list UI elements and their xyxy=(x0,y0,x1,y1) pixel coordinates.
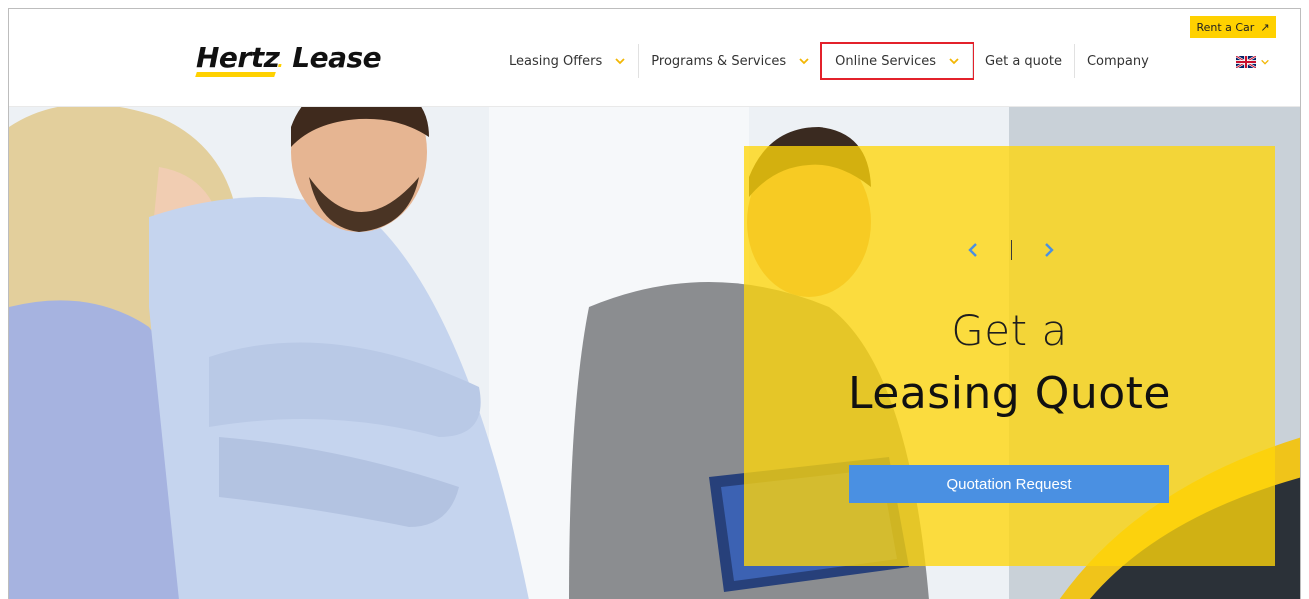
chevron-down-icon xyxy=(949,58,959,65)
nav-label: Company xyxy=(1086,53,1149,69)
hertz-lease-logo[interactable]: Hertz. Lease xyxy=(195,41,382,81)
pager-divider xyxy=(1010,240,1012,260)
nav-label: Get a quote xyxy=(985,53,1062,69)
nav-label: Programs & Services xyxy=(651,53,787,69)
rent-a-car-button[interactable]: Rent a Car ↗ xyxy=(1190,16,1276,38)
nav-label: Online Services xyxy=(835,53,937,69)
chevron-right-icon[interactable] xyxy=(1042,241,1056,259)
logo-suffix: Lease xyxy=(292,41,382,74)
logo-brand: Hertz xyxy=(195,41,280,77)
nav-company[interactable]: Company xyxy=(1073,44,1161,78)
uk-flag-icon xyxy=(1236,56,1256,68)
rent-a-car-label: Rent a Car xyxy=(1196,20,1255,34)
quote-promo-panel: Get a Leasing Quote Quotation Request xyxy=(744,146,1275,566)
nav-label: Leasing Offers xyxy=(509,53,603,69)
nav-programs-services[interactable]: Programs & Services xyxy=(638,44,822,78)
language-selector[interactable] xyxy=(1236,55,1270,69)
nav-get-a-quote[interactable]: Get a quote xyxy=(972,44,1074,78)
hero-banner: Get a Leasing Quote Quotation Request xyxy=(9,107,1300,599)
browser-viewport: Hertz. Lease Leasing Offers Programs & S… xyxy=(8,8,1301,599)
chevron-down-icon xyxy=(1261,59,1269,65)
chevron-down-icon xyxy=(799,58,809,65)
nav-leasing-offers[interactable]: Leasing Offers xyxy=(497,44,638,78)
carousel-pager xyxy=(966,238,1056,262)
chevron-down-icon xyxy=(615,58,625,65)
promo-title-line2: Leasing Quote xyxy=(848,368,1171,419)
quotation-request-button[interactable]: Quotation Request xyxy=(849,465,1169,503)
site-header: Hertz. Lease Leasing Offers Programs & S… xyxy=(9,9,1300,107)
chevron-left-icon[interactable] xyxy=(966,241,980,259)
main-nav: Leasing Offers Programs & Services Onlin… xyxy=(497,42,1161,80)
promo-title-line1: Get a xyxy=(951,306,1068,355)
nav-online-services[interactable]: Online Services xyxy=(820,42,975,80)
external-arrow-icon: ↗ xyxy=(1260,20,1270,34)
